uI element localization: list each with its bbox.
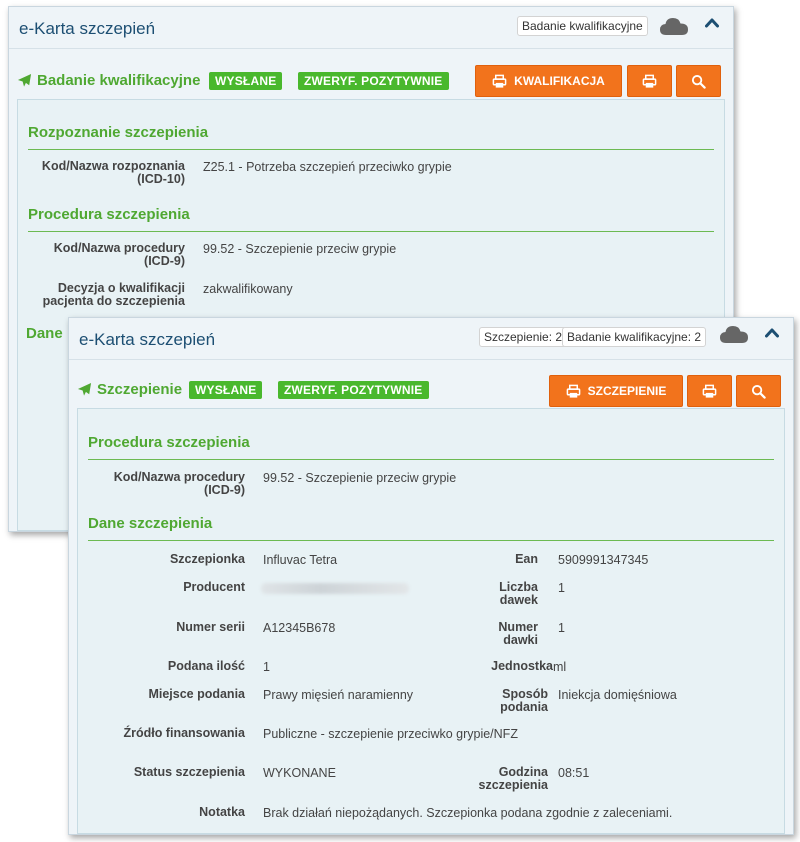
- printer-icon: [492, 74, 507, 88]
- search-button[interactable]: [736, 375, 781, 407]
- vaccination-button-label: SZCZEPIENIE: [587, 384, 667, 398]
- qualification-button-label: KWALIFIKACJA: [514, 74, 605, 88]
- procedure-code-label: Kod/Nazwa procedury (ICD-9): [113, 470, 245, 497]
- funding-value: Publiczne - szczepienie przeciwko grypie…: [263, 727, 518, 741]
- status-tag-sent: WYSŁANE: [209, 72, 283, 90]
- status-label: Status szczepienia: [133, 765, 245, 779]
- search-button[interactable]: [676, 65, 721, 97]
- time-value: 08:51: [558, 766, 590, 780]
- procedure-heading: Procedura szczepienia: [88, 434, 774, 460]
- card-title: e-Karta szczepień: [79, 330, 216, 349]
- section-bar: Badanie kwalifikacyjne WYSŁANE ZWERYF. P…: [9, 49, 733, 97]
- dose-count-value: 1: [558, 581, 565, 595]
- qualification-count-badge[interactable]: Badanie kwalifikacyjne: 2: [562, 327, 707, 347]
- card-title: e-Karta szczepień: [19, 19, 156, 38]
- decision-value: zakwalifikowany: [203, 282, 293, 296]
- producer-label: Producent: [183, 580, 245, 594]
- search-icon: [691, 74, 706, 89]
- status-tag-verified: ZWERYF. POZYTYWNIE: [298, 72, 449, 90]
- cloud-icon: [660, 18, 688, 35]
- section-bar: Szczepienie WYSŁANE ZWERYF. POZYTYWNIE S…: [69, 360, 793, 408]
- vaccination-count-badge[interactable]: Szczepienie: 2: [479, 327, 568, 347]
- section-title-label: Badanie kwalifikacyjne: [37, 72, 201, 89]
- dose-count-label: Liczba dawek: [499, 580, 538, 607]
- serial-label: Numer serii: [176, 620, 245, 634]
- funding-label: Źródło finansowania: [123, 726, 245, 740]
- paper-plane-icon: [77, 382, 92, 396]
- search-icon: [751, 384, 766, 399]
- route-value: Iniekcja domięśniowa: [558, 688, 677, 702]
- procedure-code-label: Kod/Nazwa procedury (ICD-9): [53, 241, 185, 268]
- printer-icon: [642, 74, 657, 88]
- route-label: Sposób podania: [500, 687, 548, 714]
- unit-value: ml: [553, 660, 567, 674]
- status-value: WYKONANE: [263, 766, 336, 780]
- section-title: Badanie kwalifikacyjne: [17, 72, 200, 89]
- procedure-code-value: 99.52 - Szczepienie przeciw grypie: [263, 471, 457, 485]
- amount-label: Podana ilość: [167, 659, 245, 673]
- diagnosis-heading: Rozpoznanie szczepienia: [28, 124, 714, 150]
- chevron-up-icon[interactable]: [765, 327, 779, 339]
- diagnosis-code-label: Kod/Nazwa rozpoznania (ICD-10): [41, 159, 185, 186]
- print-button[interactable]: [627, 65, 672, 97]
- serial-value: A12345B678: [263, 621, 336, 635]
- paper-plane-icon: [17, 73, 32, 87]
- vaccination-data-heading: Dane szczepienia: [88, 515, 774, 541]
- decision-label: Decyzja o kwalifikacji pacjenta do szcze…: [42, 281, 185, 308]
- dose-number-label: Numer dawki: [498, 620, 538, 647]
- vaccination-data-heading: Dane: [26, 325, 63, 342]
- cloud-icon: [720, 326, 748, 343]
- qualification-button[interactable]: KWALIFIKACJA: [475, 65, 622, 97]
- chevron-up-icon[interactable]: [705, 17, 719, 29]
- procedure-code-value: 99.52 - Szczepienie przeciw grypie: [203, 242, 397, 256]
- ean-label: Ean: [515, 552, 538, 566]
- time-label: Godzina szczepienia: [478, 765, 548, 792]
- status-tag-sent: WYSŁANE: [189, 381, 263, 399]
- card-header: e-Karta szczepień Szczepienie: 2 Badanie…: [69, 318, 793, 360]
- note-label: Notatka: [199, 805, 245, 819]
- dose-number-value: 1: [558, 621, 565, 635]
- vaccine-label: Szczepionka: [169, 552, 245, 566]
- vaccine-value: Influvac Tetra: [263, 553, 338, 567]
- print-button[interactable]: [687, 375, 732, 407]
- ean-value: 5909991347345: [558, 553, 649, 567]
- card-header: e-Karta szczepień Badanie kwalifikacyjne: [9, 7, 733, 49]
- printer-icon: [702, 384, 717, 398]
- qualification-badge[interactable]: Badanie kwalifikacyjne: [517, 16, 648, 36]
- diagnosis-code-value: Z25.1 - Potrzeba szczepień przeciwko gry…: [203, 160, 452, 174]
- vaccination-window: e-Karta szczepień Szczepienie: 2 Badanie…: [68, 317, 794, 835]
- unit-label: Jednostka: [491, 659, 553, 673]
- amount-value: 1: [263, 660, 270, 674]
- section-title-label: Szczepienie: [97, 381, 183, 398]
- section-title: Szczepienie: [77, 381, 182, 398]
- status-tag-verified: ZWERYF. POZYTYWNIE: [278, 381, 429, 399]
- procedure-heading: Procedura szczepienia: [28, 206, 714, 232]
- site-label: Miejsce podania: [148, 687, 245, 701]
- vaccination-content: Procedura szczepienia Kod/Nazwa procedur…: [77, 408, 785, 834]
- note-value: Brak działań niepożądanych. Szczepionka …: [263, 806, 673, 820]
- vaccination-button[interactable]: SZCZEPIENIE: [549, 375, 683, 407]
- producer-redacted: [261, 583, 409, 594]
- site-value: Prawy mięsień naramienny: [263, 688, 414, 702]
- printer-icon: [566, 384, 580, 398]
